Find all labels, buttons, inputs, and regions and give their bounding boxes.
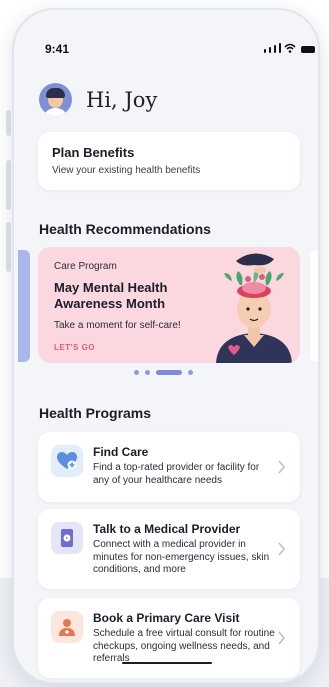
home-indicator[interactable] xyxy=(122,662,212,664)
carousel-dot[interactable] xyxy=(145,370,150,375)
status-time: 9:41 xyxy=(45,42,70,56)
side-button xyxy=(6,222,11,272)
battery-icon xyxy=(301,46,315,53)
carousel-dot-active[interactable] xyxy=(156,370,182,375)
mental-health-illustration xyxy=(216,253,292,363)
recommendation-banner[interactable]: Care Program May Mental Health Awareness… xyxy=(38,247,300,363)
greeting: Hi, Joy xyxy=(39,83,157,116)
carousel-dots xyxy=(134,370,193,375)
app-screen: 9:41 Hi, Joy Plan Benefits View your exi… xyxy=(14,10,318,682)
health-recommendations-title: Health Recommendations xyxy=(39,221,211,237)
banner-subtitle: Take a moment for self-care! xyxy=(54,320,181,331)
doctor-icon xyxy=(51,611,83,643)
program-card-talk-to-provider[interactable]: Talk to a Medical Provider Connect with … xyxy=(38,509,300,589)
signal-icon xyxy=(274,45,276,53)
plan-benefits-title: Plan Benefits xyxy=(52,145,135,160)
program-card-primary-care[interactable]: Book a Primary Care Visit Schedule a fre… xyxy=(38,598,300,678)
greeting-text: Hi, Joy xyxy=(86,87,158,112)
program-description: Schedule a free virtual consult for rout… xyxy=(93,628,275,664)
plan-benefits-subtitle: View your existing health benefits xyxy=(52,165,201,176)
chevron-right-icon xyxy=(278,542,285,556)
video-phone-icon xyxy=(51,522,83,554)
signal-icon xyxy=(264,49,266,53)
lets-go-link[interactable]: LET'S GO xyxy=(54,343,95,352)
carousel-next-card[interactable] xyxy=(310,250,318,362)
avatar[interactable] xyxy=(39,83,72,116)
status-icons xyxy=(264,43,315,53)
plan-benefits-card[interactable]: Plan Benefits View your existing health … xyxy=(38,132,300,190)
status-bar: 9:41 xyxy=(14,10,318,56)
wifi-icon xyxy=(284,43,296,53)
carousel-dot[interactable] xyxy=(188,370,193,375)
signal-icon xyxy=(279,43,281,53)
side-button xyxy=(6,160,11,210)
side-button xyxy=(6,110,11,136)
phone-frame: 9:41 Hi, Joy Plan Benefits View your exi… xyxy=(12,8,320,684)
program-title: Find Care xyxy=(93,445,149,459)
carousel-dot[interactable] xyxy=(134,370,139,375)
banner-kicker: Care Program xyxy=(54,261,117,272)
program-description: Connect with a medical provider in minut… xyxy=(93,539,270,575)
program-title: Talk to a Medical Provider xyxy=(93,522,241,536)
signal-icon xyxy=(269,47,271,53)
carousel-previous-card[interactable] xyxy=(18,250,30,362)
heart-plus-icon xyxy=(51,445,83,477)
chevron-right-icon xyxy=(278,631,285,645)
chevron-right-icon xyxy=(278,460,285,474)
banner-title: May Mental Health Awareness Month xyxy=(54,280,168,311)
program-title: Book a Primary Care Visit xyxy=(93,611,240,625)
program-description: Find a top-rated provider or facility fo… xyxy=(93,462,260,486)
program-card-find-care[interactable]: Find Care Find a top-rated provider or f… xyxy=(38,432,300,502)
health-programs-title: Health Programs xyxy=(39,405,152,421)
